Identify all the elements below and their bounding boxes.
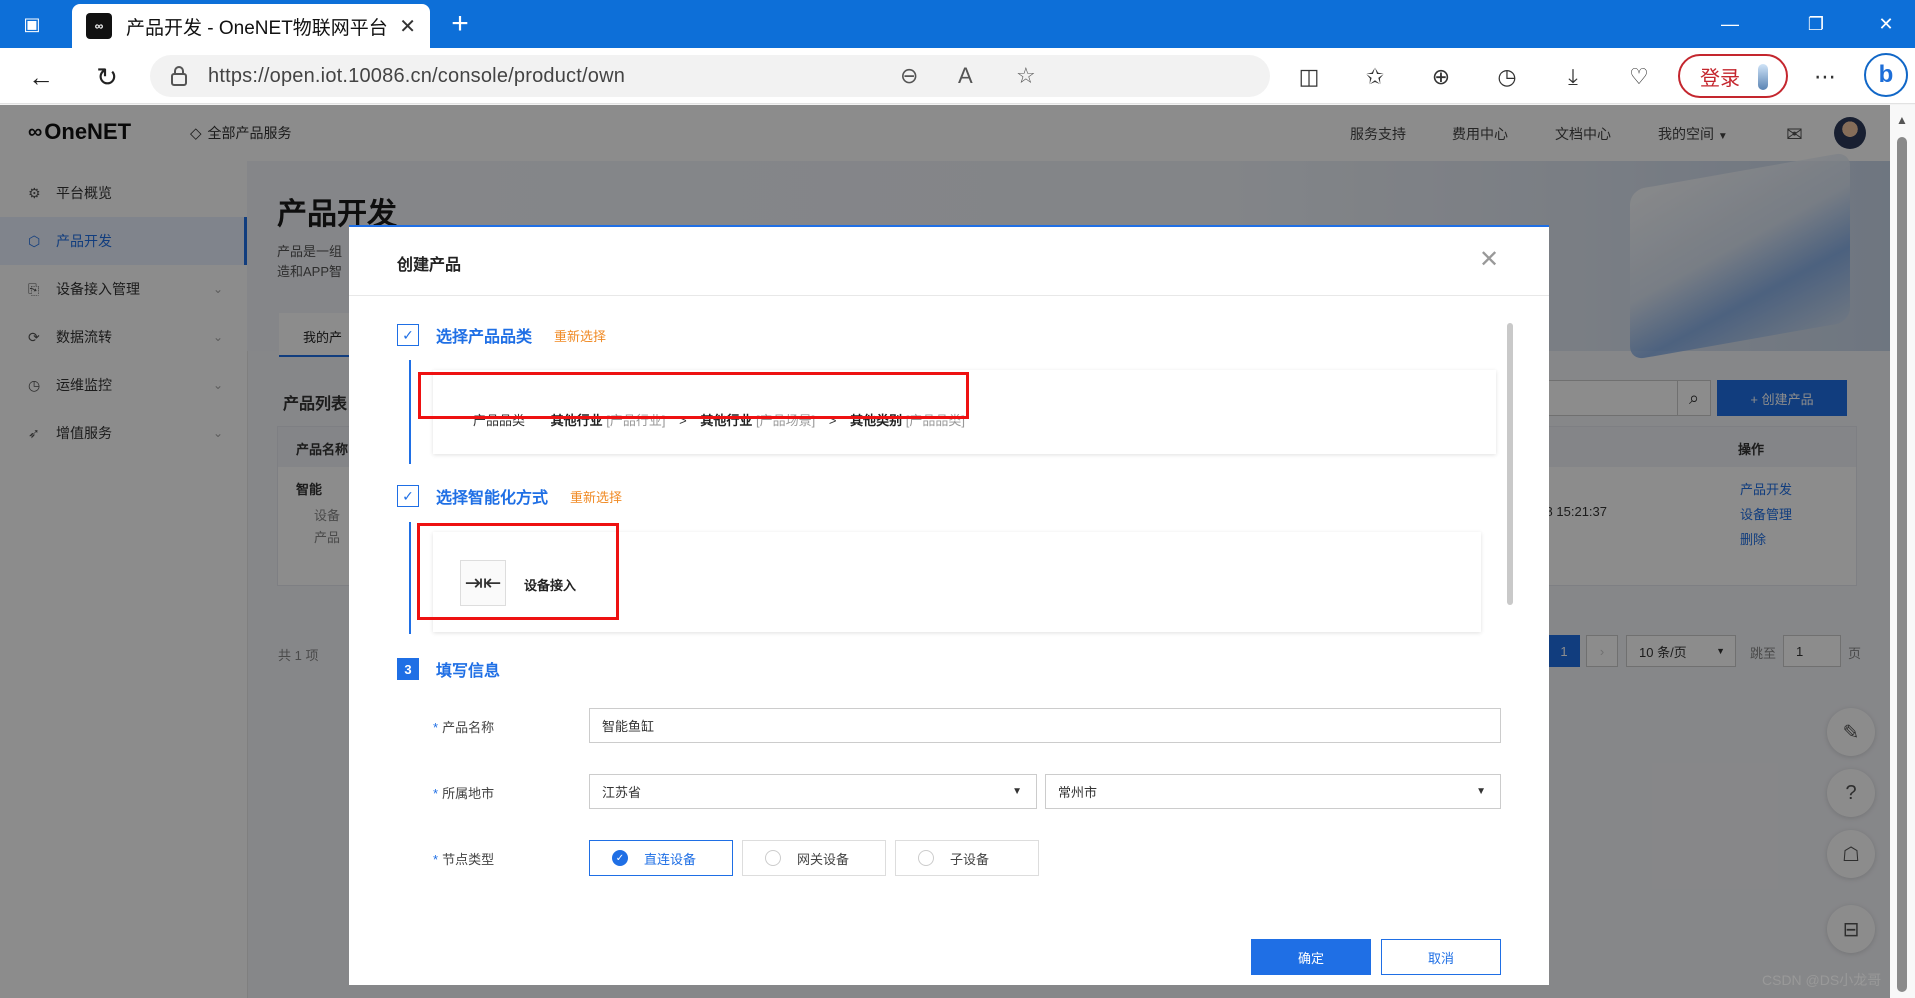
performance-icon[interactable]: ♡ [1622, 60, 1656, 94]
step-connector [409, 522, 411, 634]
refresh-icon[interactable]: ↻ [88, 58, 126, 96]
minimize-icon[interactable]: — [1712, 6, 1748, 42]
tab-close-icon[interactable]: ✕ [399, 14, 416, 39]
dialog-title: 创建产品 [397, 257, 462, 274]
highlight-box-method [417, 523, 619, 620]
dialog-close-icon[interactable]: ✕ [1479, 245, 1499, 274]
node-gateway-radio[interactable]: 网关设备 [742, 840, 886, 876]
step-check-icon: ✓ [397, 324, 419, 346]
favorites-icon[interactable]: ✩ [1358, 60, 1392, 94]
watermark: CSDN @DS小龙哥 [1762, 972, 1882, 988]
confirm-button[interactable]: 确定 [1251, 939, 1371, 975]
product-name-label: * 产品名称 [433, 720, 495, 735]
browser-tab-bar: ▣ ∞ 产品开发 - OneNET物联网平台 ✕ + — ❐ ✕ [0, 0, 1915, 48]
lock-icon [171, 66, 187, 86]
step-title: 填写信息 [436, 663, 501, 680]
reselect-method-link[interactable]: 重新选择 [570, 487, 622, 506]
caret-down-icon: ▼ [1012, 786, 1022, 797]
history-icon[interactable]: ◷ [1490, 60, 1524, 94]
city-label-text: 所属地市 [442, 786, 495, 801]
radio-label: 直连设备 [644, 851, 697, 867]
node-direct-radio[interactable]: ✓ 直连设备 [589, 840, 733, 876]
browser-tab[interactable]: ∞ 产品开发 - OneNET物联网平台 ✕ [72, 4, 430, 48]
node-type-label-text: 节点类型 [442, 852, 495, 867]
radio-label: 网关设备 [797, 851, 850, 867]
create-product-dialog: 创建产品 ✕ ✓ 选择产品品类 重新选择 产品品类 其他行业 [产品行业] > … [349, 225, 1549, 985]
new-tab-icon[interactable]: + [440, 4, 480, 44]
step-title: 选择产品品类 [436, 329, 533, 346]
city-select[interactable]: 常州市 ▼ [1045, 774, 1501, 809]
step-check-icon: ✓ [397, 485, 419, 507]
split-screen-icon[interactable]: ◫ [1292, 60, 1326, 94]
address-bar: ← ↻ https://open.iot.10086.cn/console/pr… [0, 48, 1915, 104]
profile-bottle-icon [1758, 64, 1768, 90]
restore-icon[interactable]: ❐ [1798, 6, 1834, 42]
favorite-star-icon[interactable]: ☆ [1016, 63, 1036, 89]
page-scrollbar[interactable]: ▲ [1890, 105, 1915, 998]
step-number: 3 [397, 658, 419, 680]
url-text: https://open.iot.10086.cn/console/produc… [208, 64, 626, 87]
caret-down-icon: ▼ [1476, 786, 1486, 797]
province-select[interactable]: 江苏省 ▼ [589, 774, 1037, 809]
more-icon[interactable]: ⋯ [1808, 60, 1842, 94]
back-icon[interactable]: ← [22, 58, 60, 96]
read-aloud-icon[interactable]: A [958, 63, 973, 89]
step-connector [409, 360, 411, 464]
onenet-favicon-icon: ∞ [86, 13, 112, 39]
product-name-label-text: 产品名称 [442, 720, 495, 735]
dialog-divider [349, 295, 1549, 296]
dialog-scrollbar[interactable] [1507, 323, 1513, 605]
scrollbar-thumb[interactable] [1897, 137, 1907, 992]
city-value: 常州市 [1058, 785, 1098, 800]
radio-circle-icon [918, 850, 934, 866]
radio-label: 子设备 [950, 851, 990, 867]
login-button[interactable]: 登录 [1678, 54, 1788, 98]
step-select-method: ✓ 选择智能化方式 重新选择 [397, 484, 622, 508]
zoom-icon[interactable]: ⊖ [900, 63, 918, 89]
reselect-category-link[interactable]: 重新选择 [554, 326, 606, 345]
download-icon[interactable]: ⤓ [1556, 60, 1590, 94]
city-label: * 所属地市 [433, 786, 495, 801]
collections-icon[interactable]: ⊕ [1424, 60, 1458, 94]
highlight-box-category [418, 372, 969, 419]
node-sub-device-radio[interactable]: 子设备 [895, 840, 1039, 876]
url-field[interactable]: https://open.iot.10086.cn/console/produc… [150, 55, 1270, 97]
province-value: 江苏省 [602, 785, 642, 800]
radio-circle-icon [765, 850, 781, 866]
bing-icon[interactable]: b [1864, 53, 1908, 97]
tab-title: 产品开发 - OneNET物联网平台 [126, 17, 388, 39]
product-name-field[interactable]: 智能鱼缸 [589, 708, 1501, 743]
node-type-label: * 节点类型 [433, 852, 495, 867]
step-select-category: ✓ 选择产品品类 重新选择 [397, 323, 606, 347]
cancel-button[interactable]: 取消 [1381, 939, 1501, 975]
step-title: 选择智能化方式 [436, 490, 549, 507]
tab-actions-icon[interactable]: ▣ [14, 6, 50, 42]
check-icon: ✓ [612, 850, 628, 866]
step-fill-info: 3 填写信息 [397, 657, 500, 681]
scroll-up-icon[interactable]: ▲ [1896, 113, 1908, 127]
window-close-icon[interactable]: ✕ [1868, 6, 1904, 42]
login-label: 登录 [1700, 67, 1740, 90]
